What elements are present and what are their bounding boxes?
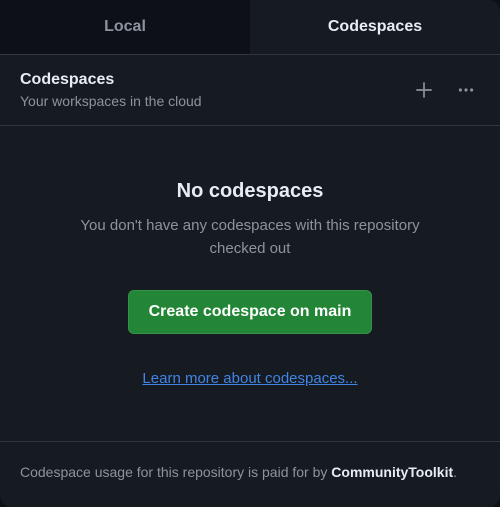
footer-prefix: Codespace usage for this repository is p… (20, 464, 331, 480)
header-subtitle: Your workspaces in the cloud (20, 93, 202, 109)
empty-text: You don't have any codespaces with this … (80, 215, 420, 260)
tab-codespaces[interactable]: Codespaces (250, 0, 500, 54)
create-codespace-button[interactable]: Create codespace on main (128, 290, 373, 334)
codespaces-panel: Local Codespaces Codespaces Your workspa… (0, 0, 500, 507)
empty-title: No codespaces (177, 180, 324, 203)
empty-state: No codespaces You don't have any codespa… (0, 126, 500, 441)
header-title: Codespaces (20, 71, 202, 89)
footer: Codespace usage for this repository is p… (0, 441, 500, 507)
kebab-icon (457, 81, 475, 99)
header-text: Codespaces Your workspaces in the cloud (20, 71, 202, 109)
panel-header: Codespaces Your workspaces in the cloud (0, 55, 500, 126)
footer-suffix: . (453, 464, 457, 480)
learn-more-link[interactable]: Learn more about codespaces... (142, 370, 357, 387)
more-options-button[interactable] (452, 76, 480, 104)
add-codespace-button[interactable] (410, 76, 438, 104)
tab-local[interactable]: Local (0, 0, 250, 54)
header-actions (410, 76, 480, 104)
tab-bar: Local Codespaces (0, 0, 500, 55)
plus-icon (415, 81, 433, 99)
footer-org: CommunityToolkit (331, 464, 453, 480)
